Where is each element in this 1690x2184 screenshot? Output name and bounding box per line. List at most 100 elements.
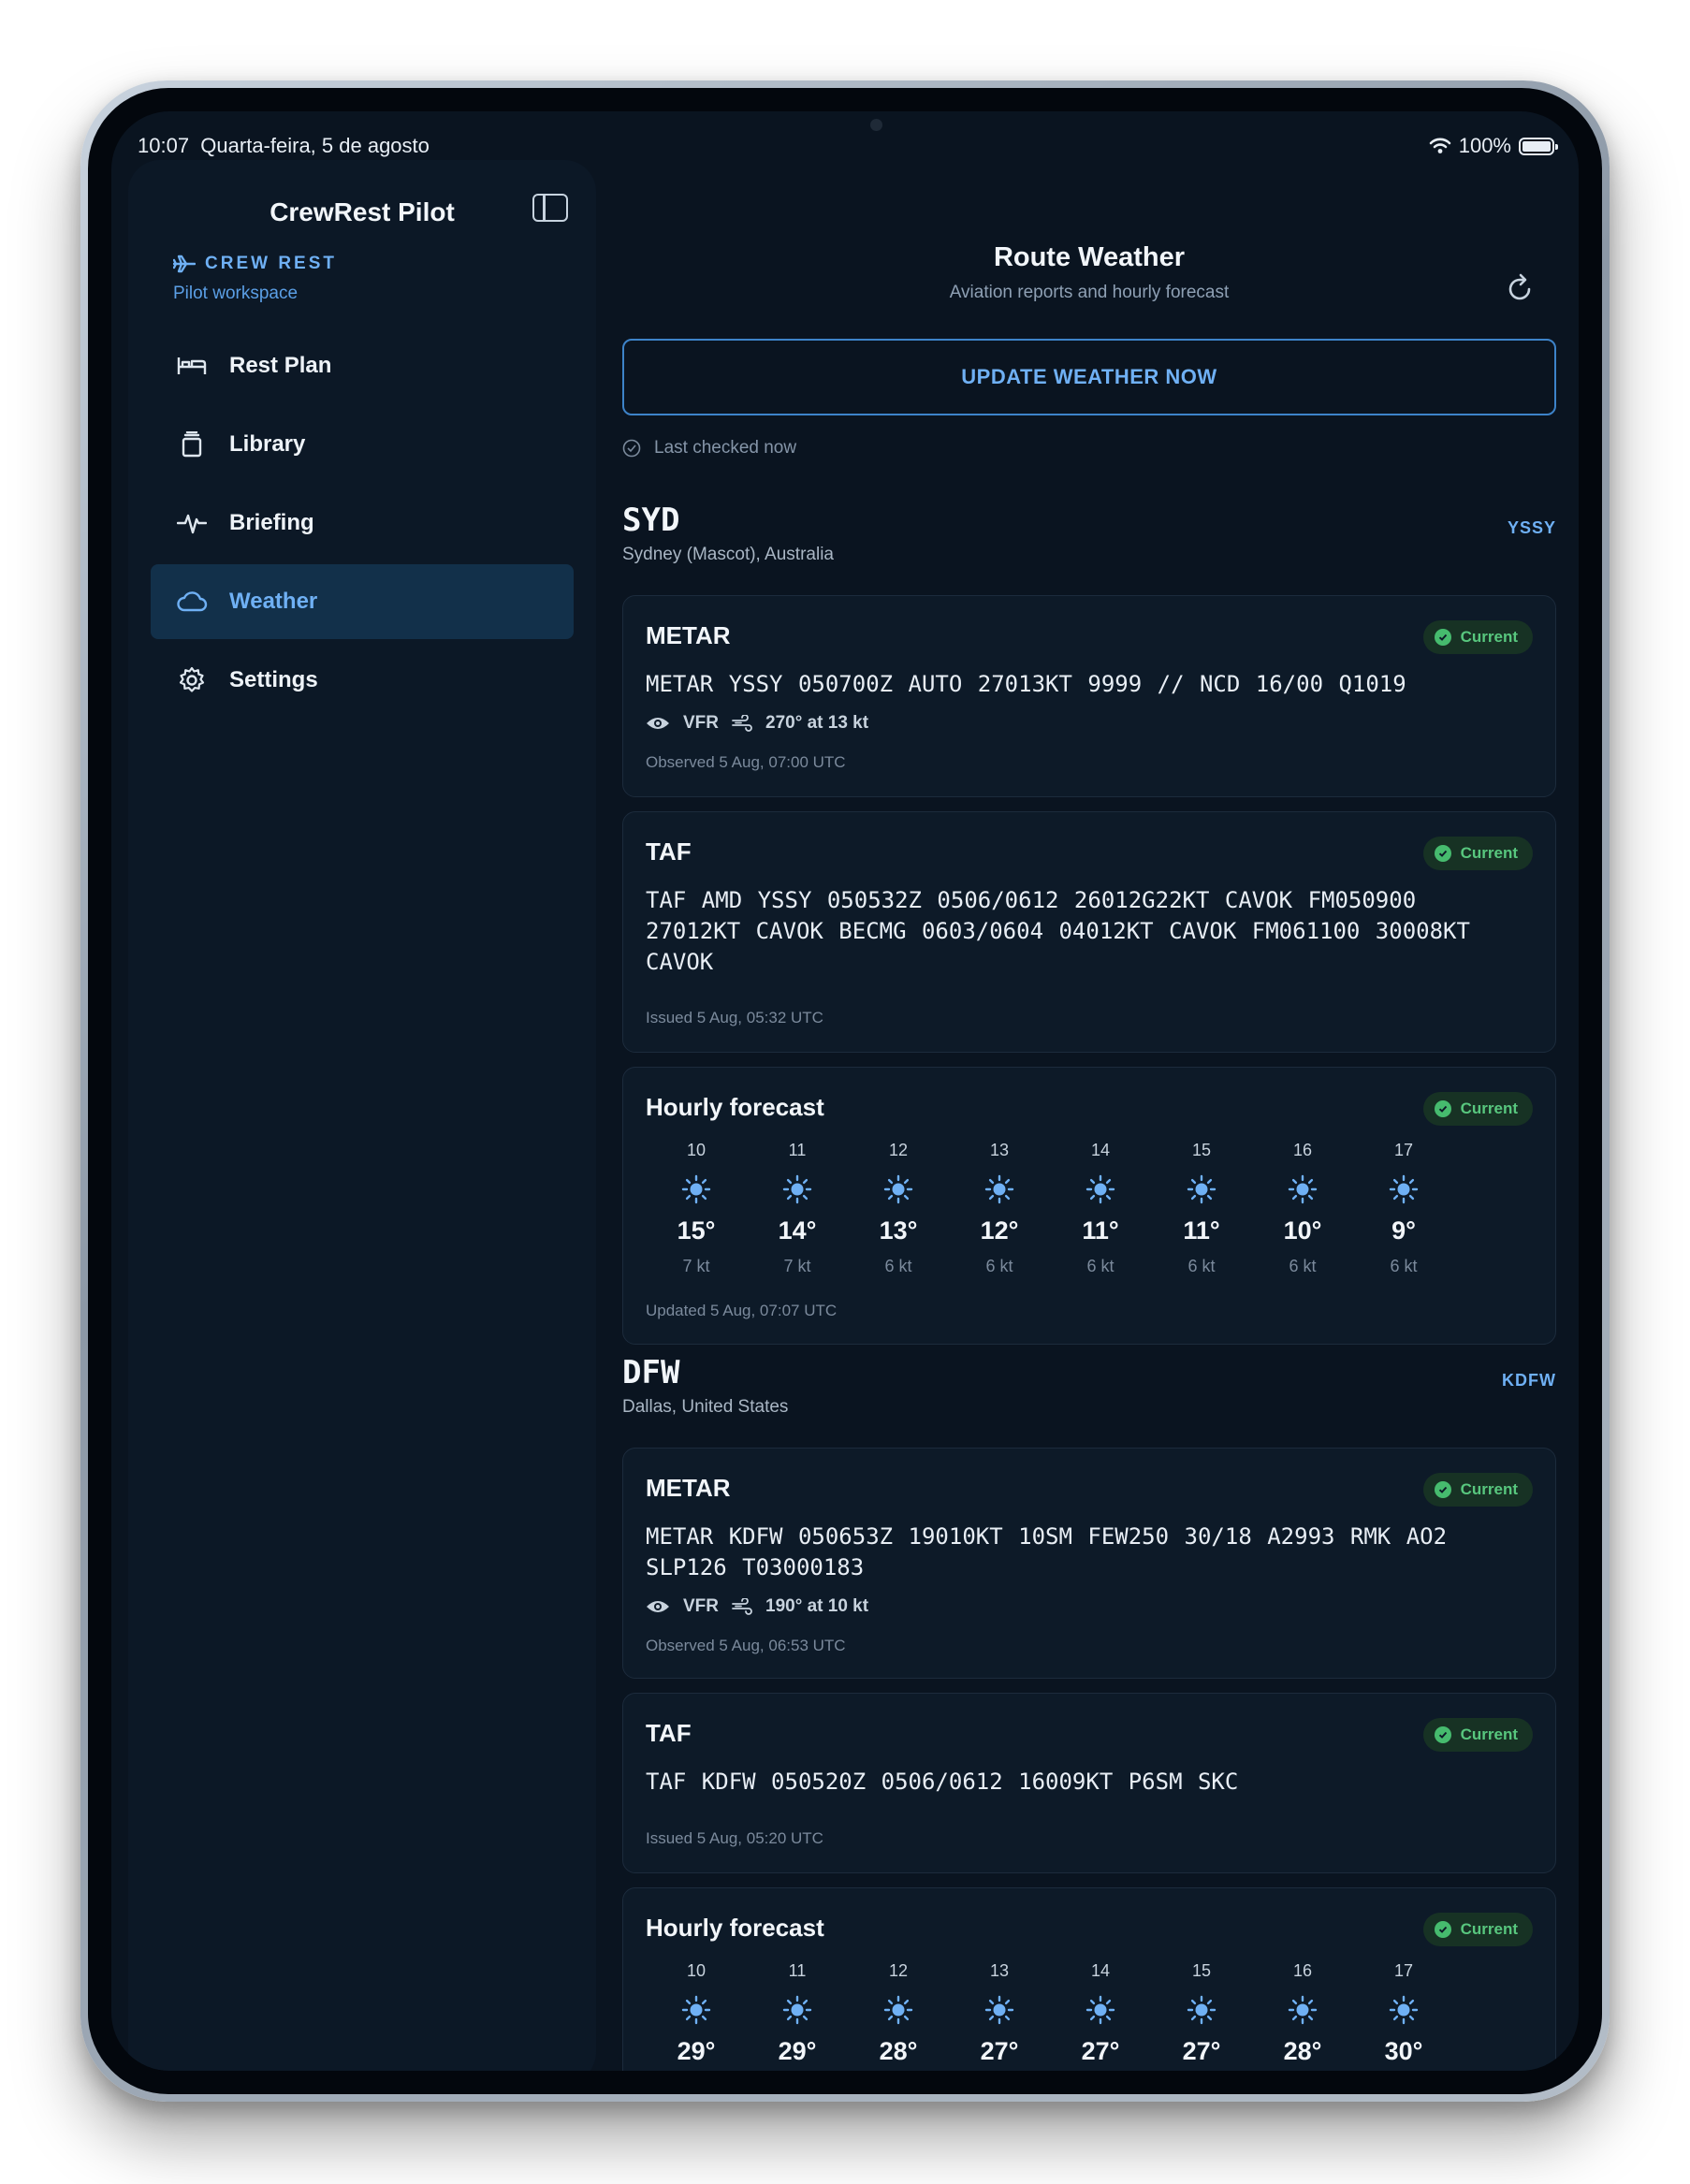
- metar-card-syd: METAR Current METAR YSSY 050700Z AUTO 27…: [622, 595, 1556, 797]
- card-title: TAF: [646, 837, 692, 866]
- hour-temperature: 28°: [879, 2037, 918, 2065]
- hour-label: 10: [686, 1141, 707, 1159]
- hour-label: 14: [1090, 1961, 1111, 1980]
- hour-column: 11 14° 7 kt: [747, 1141, 848, 1276]
- status-badge: Current: [1422, 1092, 1533, 1126]
- status-badge: Current: [1422, 1718, 1533, 1752]
- sidebar-item-settings[interactable]: Settings: [151, 643, 574, 718]
- hourly-strip: 10 15° 7 kt 11 14° 7 kt 12 13° 6 kt 13 12° 6 kt 14 11…: [646, 1141, 1454, 1276]
- hour-label: 13: [989, 1961, 1010, 1980]
- hour-wind: 6 kt: [1289, 1257, 1317, 1275]
- last-checked: Last checked now: [622, 438, 796, 459]
- battery-percent: 100%: [1458, 134, 1511, 157]
- sun-icon: [680, 1173, 712, 1205]
- hour-column: 1228°6 kt: [848, 1961, 949, 2071]
- hour-label: 13: [989, 1141, 1010, 1159]
- cloud-icon: [175, 585, 209, 619]
- status-badge: Current: [1422, 620, 1533, 654]
- issued-time: Issued 5 Aug, 05:20 UTC: [646, 1829, 823, 1847]
- card-title: Hourly forecast: [646, 1093, 824, 1121]
- sidebar-nav: Rest Plan Library Briefing Weather Setti…: [151, 328, 574, 721]
- wind-icon: [732, 1598, 752, 1615]
- hour-wind: 6 kt: [884, 1257, 912, 1275]
- bed-icon: [175, 349, 209, 383]
- metar-card-dfw: METAR Current METAR KDFW 050653Z 19010KT…: [622, 1448, 1556, 1679]
- station-code: SYD: [622, 502, 680, 539]
- hour-temperature: 11°: [1183, 1216, 1220, 1245]
- hour-label: 15: [1191, 1961, 1212, 1980]
- hour-label: 11: [788, 1141, 807, 1159]
- hour-temperature: 29°: [778, 2037, 817, 2065]
- tablet-frame: 10:07 Quarta-feira, 5 de agosto 100% Cre…: [80, 80, 1610, 2102]
- hour-column: 1427°5 kt: [1050, 1961, 1151, 2071]
- hour-wind: 6 kt: [985, 1257, 1013, 1275]
- hour-column: 13 12° 6 kt: [949, 1141, 1050, 1276]
- sun-icon: [781, 1173, 813, 1205]
- hour-column: 1628°7 kt: [1252, 1961, 1353, 2071]
- metar-raw: METAR KDFW 050653Z 19010KT 10SM FEW250 3…: [646, 1523, 1448, 1580]
- hour-label: 17: [1393, 1961, 1414, 1980]
- sidebar-item-label: Settings: [229, 667, 318, 692]
- taf-card-syd: TAF Current TAF AMD YSSY 050532Z 0506/06…: [622, 811, 1556, 1053]
- status-badge: Current: [1422, 1473, 1533, 1507]
- sun-icon: [1085, 1994, 1116, 2026]
- badge-label: Current: [1460, 1725, 1518, 1743]
- sun-icon: [882, 1994, 914, 2026]
- sidebar-item-weather[interactable]: Weather: [151, 564, 574, 639]
- sidebar: CrewRest Pilot CREW REST Pilot workspace: [128, 160, 596, 2071]
- check-icon: [1434, 1921, 1451, 1938]
- screen: 10:07 Quarta-feira, 5 de agosto 100% Cre…: [111, 111, 1579, 2071]
- taf-card-dfw: TAF Current TAF KDFW 050520Z 0506/0612 1…: [622, 1693, 1556, 1873]
- brand-subtitle: Pilot workspace: [173, 284, 299, 303]
- refresh-icon[interactable]: [1504, 272, 1536, 304]
- badge-label: Current: [1460, 1099, 1518, 1117]
- sun-icon: [1388, 1994, 1420, 2026]
- status-date: Quarta-feira, 5 de agosto: [200, 134, 430, 157]
- eye-icon: [647, 718, 669, 729]
- sidebar-item-library[interactable]: Library: [151, 407, 574, 482]
- station-name: Dallas, United States: [622, 1397, 789, 1417]
- hour-column: 15 11° 6 kt: [1151, 1141, 1252, 1276]
- badge-label: Current: [1460, 1920, 1518, 1938]
- status-time: 10:07: [138, 134, 190, 157]
- station-name: Sydney (Mascot), Australia: [622, 545, 834, 564]
- hourly-card-dfw: Hourly forecast Current 1029°5 kt1129°7 …: [622, 1887, 1556, 2071]
- hour-temperature: 27°: [1081, 2037, 1120, 2065]
- pulse-icon: [175, 506, 209, 540]
- check-circle-icon: [622, 439, 641, 458]
- flight-rules: VFR: [683, 1596, 719, 1616]
- card-title: METAR: [646, 621, 731, 649]
- taf-raw: TAF AMD YSSY 050532Z 0506/0612 26012G22K…: [646, 887, 1470, 975]
- hour-column: 1527°5 kt: [1151, 1961, 1252, 2071]
- metar-raw: METAR YSSY 050700Z AUTO 27013KT 9999 // …: [646, 671, 1406, 697]
- hour-column: 16 10° 6 kt: [1252, 1141, 1353, 1276]
- brand-block: CREW REST Pilot workspace: [173, 254, 337, 304]
- hour-temperature: 14°: [778, 1216, 817, 1245]
- wind-icon: [732, 715, 752, 732]
- sidebar-item-briefing[interactable]: Briefing: [151, 486, 574, 561]
- metar-summary: VFR 270° at 13 kt: [646, 713, 868, 734]
- hour-temperature: 12°: [980, 1216, 1019, 1245]
- observed-time: Observed 5 Aug, 06:53 UTC: [646, 1637, 846, 1654]
- wind-text: 190° at 10 kt: [765, 1596, 869, 1616]
- hour-label: 12: [888, 1141, 909, 1159]
- page-header: Route Weather Aviation reports and hourl…: [622, 242, 1556, 303]
- gear-icon: [175, 663, 209, 697]
- eye-icon: [647, 1601, 669, 1612]
- hour-temperature: 10°: [1283, 1216, 1322, 1245]
- issued-time: Issued 5 Aug, 05:32 UTC: [646, 1009, 823, 1026]
- card-title: Hourly forecast: [646, 1914, 824, 1942]
- hour-column: 14 11° 6 kt: [1050, 1141, 1151, 1276]
- badge-label: Current: [1460, 1480, 1518, 1498]
- wifi-icon: [1429, 138, 1451, 153]
- hourly-strip: 1029°5 kt1129°7 kt1228°6 kt1327°6 kt1427…: [646, 1961, 1454, 2071]
- hour-column: 1029°5 kt: [646, 1961, 747, 2071]
- card-title: METAR: [646, 1474, 731, 1502]
- hour-label: 17: [1393, 1141, 1414, 1159]
- sidebar-toggle-icon[interactable]: [532, 194, 568, 222]
- sun-icon: [1388, 1173, 1420, 1205]
- hour-label: 14: [1090, 1141, 1111, 1159]
- sidebar-item-rest-plan[interactable]: Rest Plan: [151, 328, 574, 403]
- update-weather-button[interactable]: UPDATE WEATHER NOW: [622, 339, 1556, 415]
- app-title: CrewRest Pilot: [270, 197, 455, 226]
